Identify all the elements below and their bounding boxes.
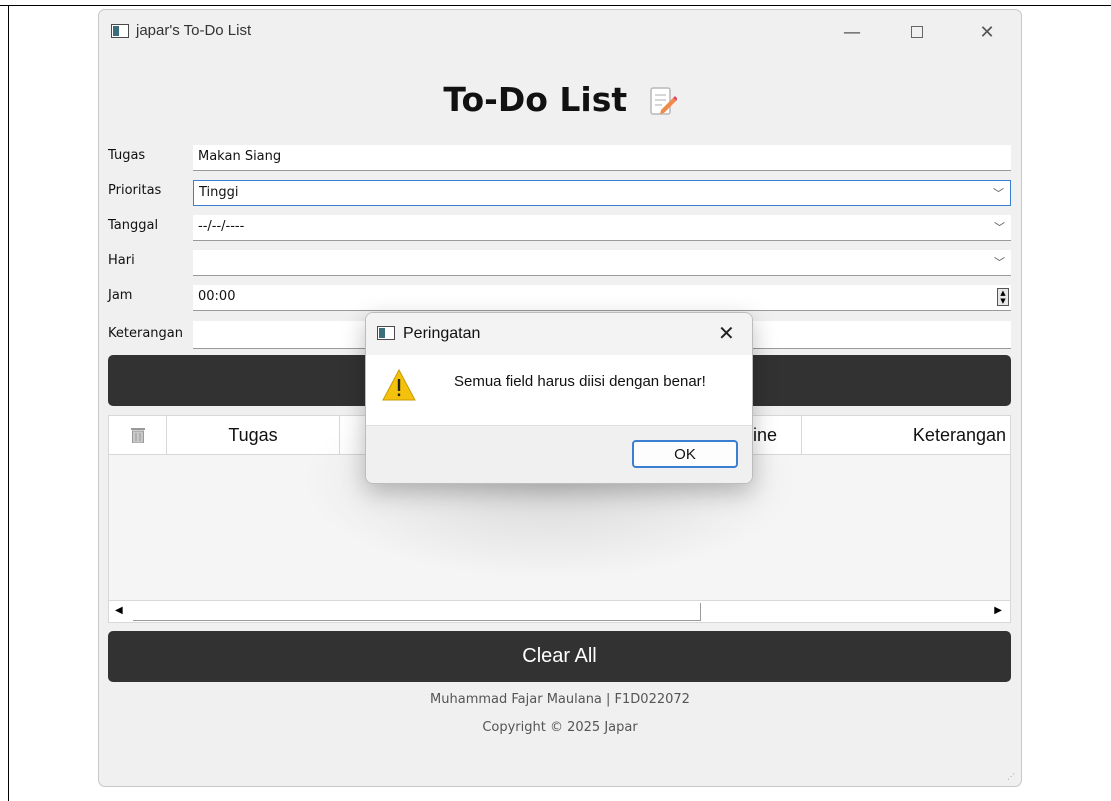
- maximize-button[interactable]: [894, 16, 940, 48]
- chevron-down-icon: ﹀: [994, 221, 1005, 234]
- delete-column-header[interactable]: [109, 416, 167, 455]
- screenshot-frame-left: [8, 5, 9, 801]
- tugas-value: Makan Siang: [198, 149, 282, 164]
- spinner-arrows-icon[interactable]: ▲ ▼: [997, 288, 1009, 306]
- scrollbar-thumb[interactable]: [133, 603, 701, 621]
- page-title: To-Do List: [443, 80, 628, 119]
- close-button[interactable]: ✕: [964, 16, 1010, 48]
- prioritas-label: Prioritas: [108, 183, 162, 198]
- maximize-icon: [911, 26, 923, 38]
- prioritas-value: Tinggi: [199, 185, 239, 200]
- jam-label: Jam: [108, 288, 133, 303]
- dialog-body: Semua field harus diisi dengan benar!: [366, 355, 752, 425]
- app-window-icon: [111, 24, 129, 38]
- footer-author: Muhammad Fajar Maulana | F1D022072: [430, 692, 690, 707]
- warning-icon: [382, 369, 416, 401]
- dialog-footer: OK: [366, 425, 752, 483]
- trash-icon: [131, 428, 145, 443]
- keterangan-label: Keterangan: [108, 326, 183, 341]
- dialog-title: Peringatan: [403, 325, 481, 342]
- scroll-right-icon[interactable]: ▶: [994, 605, 1002, 616]
- app-window-icon: [377, 326, 395, 340]
- jam-time-input[interactable]: 00:00 ▲ ▼: [193, 285, 1011, 311]
- memo-pencil-icon: [649, 85, 678, 119]
- minimize-button[interactable]: —: [829, 16, 875, 48]
- jam-value: 00:00: [198, 289, 236, 304]
- horizontal-scrollbar[interactable]: ◀ ▶: [109, 600, 1010, 622]
- footer-copyright: Copyright © 2025 Japar: [482, 720, 638, 735]
- ok-button[interactable]: OK: [632, 440, 738, 468]
- title-bar: japar's To-Do List — ✕: [99, 10, 1021, 54]
- hari-dropdown[interactable]: ﹀: [193, 250, 1011, 276]
- prioritas-dropdown[interactable]: Tinggi ﹀: [193, 180, 1011, 206]
- hari-label: Hari: [108, 253, 135, 268]
- column-header-keterangan[interactable]: Keterangan: [802, 416, 1012, 455]
- tugas-label: Tugas: [108, 148, 146, 163]
- clear-all-button[interactable]: Clear All: [108, 631, 1011, 682]
- chevron-down-icon: ﹀: [994, 256, 1005, 269]
- dialog-title-bar: Peringatan ✕: [366, 313, 752, 355]
- chevron-down-icon: ﹀: [993, 187, 1004, 200]
- tanggal-value: --/--/----: [198, 219, 245, 234]
- dialog-close-button[interactable]: ✕: [718, 321, 735, 345]
- page-title-row: To-Do List: [99, 80, 1021, 119]
- tanggal-label: Tanggal: [108, 218, 159, 233]
- tanggal-date-picker[interactable]: --/--/---- ﹀: [193, 215, 1011, 241]
- tugas-input[interactable]: Makan Siang: [193, 145, 1011, 171]
- window-title: japar's To-Do List: [136, 22, 252, 39]
- dialog-message: Semua field harus diisi dengan benar!: [454, 373, 706, 390]
- screenshot-frame-top: [0, 5, 1111, 6]
- scroll-left-icon[interactable]: ◀: [115, 605, 123, 616]
- warning-dialog: Peringatan ✕ Semua field harus diisi den…: [365, 312, 753, 484]
- resize-grip-icon[interactable]: ⋰: [1007, 772, 1017, 782]
